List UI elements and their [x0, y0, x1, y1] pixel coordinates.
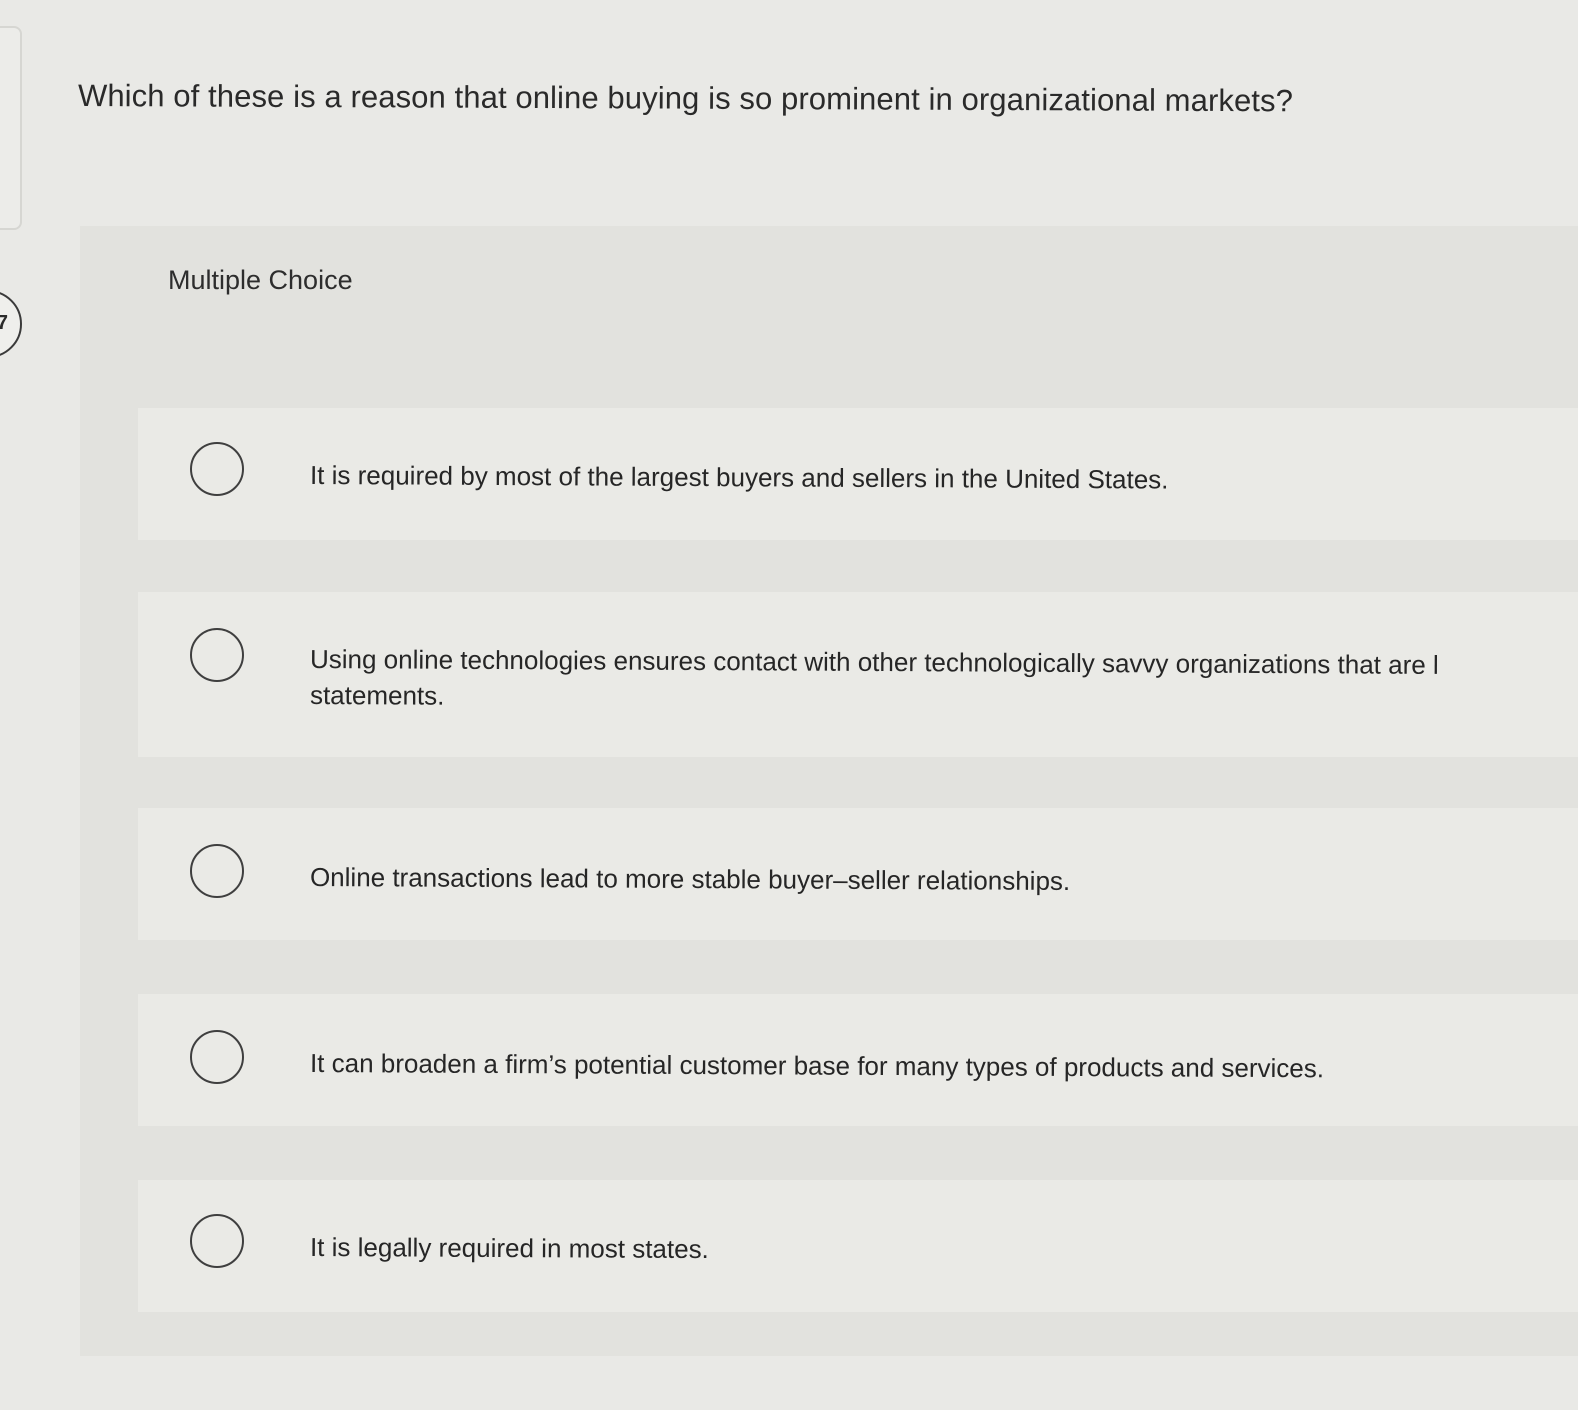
- choice-option-5[interactable]: It is legally required in most states.: [138, 1180, 1578, 1312]
- option-2-label-line-2: statements.: [309, 680, 445, 711]
- question-text: Which of these is a reason that online b…: [77, 78, 1294, 119]
- question-number: 7: [0, 312, 8, 334]
- radio-button-option-1[interactable]: [190, 442, 244, 496]
- choice-option-3[interactable]: Online transactions lead to more stable …: [138, 808, 1578, 940]
- radio-button-option-3[interactable]: [190, 844, 244, 898]
- option-1-label: It is required by most of the largest bu…: [309, 460, 1169, 495]
- option-5-label: It is legally required in most states.: [309, 1232, 709, 1265]
- option-2-label: Using online technologies ensures contac…: [309, 644, 1439, 680]
- radio-button-option-5[interactable]: [190, 1214, 244, 1268]
- option-3-label: Online transactions lead to more stable …: [309, 862, 1071, 896]
- question-number-badge: 7: [0, 290, 22, 358]
- choice-option-2[interactable]: Using online technologies ensures contac…: [138, 592, 1578, 757]
- choice-option-1[interactable]: It is required by most of the largest bu…: [138, 408, 1578, 540]
- multiple-choice-label: Multiple Choice: [168, 265, 353, 295]
- option-4-label: It can broaden a firm’s potential custom…: [309, 1048, 1325, 1084]
- radio-button-option-2[interactable]: [190, 628, 244, 682]
- radio-button-option-4[interactable]: [190, 1030, 244, 1084]
- previous-card-edge: [0, 26, 22, 230]
- choice-option-4[interactable]: It can broaden a firm’s potential custom…: [138, 994, 1578, 1126]
